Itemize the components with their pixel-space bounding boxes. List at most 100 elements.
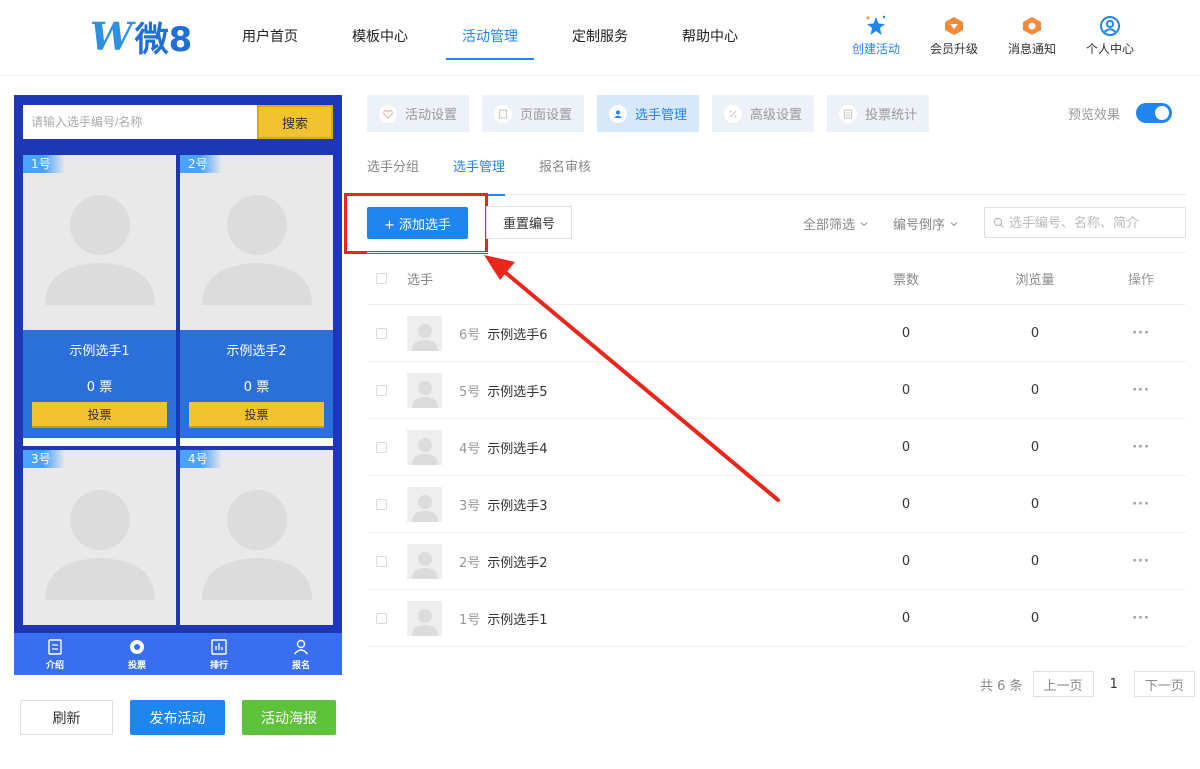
preview-player-card[interactable]: 4号: [180, 450, 333, 625]
player-name: 示例选手1: [487, 612, 548, 628]
more-options-icon[interactable]: ···: [1132, 440, 1150, 455]
vote-button[interactable]: 投票: [32, 402, 167, 428]
table-row[interactable]: 6号 示例选手6 0 0 ···: [367, 305, 1186, 362]
votes-cell: 0: [901, 382, 911, 398]
more-options-icon[interactable]: ···: [1132, 497, 1150, 512]
avatar: [407, 315, 442, 351]
preview-player-card[interactable]: 2号 示例选手2 0 票 投票: [180, 155, 333, 446]
preview-search-button[interactable]: 搜索: [257, 105, 333, 139]
avatar: [407, 486, 442, 522]
player-number: 5号: [459, 384, 481, 400]
next-page-button[interactable]: 下一页: [1133, 671, 1195, 697]
nav-user-home[interactable]: 用户首页: [220, 0, 320, 76]
player-number: 3号: [459, 498, 481, 514]
logo-w-mark: W: [90, 13, 133, 59]
ops-cell: ···: [1096, 611, 1186, 626]
table-row[interactable]: 5号 示例选手5 0 0 ···: [367, 362, 1186, 419]
preview-tab-label: 介绍: [45, 661, 64, 671]
header-tools: 创建活动 会员升级 消息通知 个人中心: [846, 14, 1140, 57]
notifications-label: 消息通知: [1007, 42, 1056, 56]
nav-help-center[interactable]: 帮助中心: [660, 0, 760, 76]
ops-cell: ···: [1096, 440, 1186, 455]
more-options-icon[interactable]: ···: [1132, 326, 1150, 341]
reset-numbering-button[interactable]: 重置编号: [486, 206, 572, 239]
preview-tab-ranking[interactable]: 排行: [178, 633, 260, 675]
row-checkbox[interactable]: [376, 555, 387, 567]
step-advanced-settings[interactable]: 高级设置: [712, 95, 815, 132]
current-page[interactable]: 1: [1104, 677, 1124, 692]
member-upgrade-button[interactable]: 会员升级: [924, 14, 984, 57]
player-search-box: [984, 207, 1186, 238]
search-icon: [993, 217, 1004, 228]
preview-tab-signup[interactable]: 报名: [260, 633, 342, 675]
row-checkbox[interactable]: [376, 327, 387, 339]
table-row[interactable]: 4号 示例选手4 0 0 ···: [367, 419, 1186, 476]
row-checkbox[interactable]: [376, 498, 387, 510]
table-row[interactable]: 1号 示例选手1 0 0 ···: [367, 590, 1186, 647]
select-all-checkbox[interactable]: [376, 273, 387, 284]
activity-poster-button[interactable]: 活动海报: [242, 700, 336, 735]
notifications-button[interactable]: 消息通知: [1002, 14, 1062, 57]
preview-search-input[interactable]: [23, 105, 257, 139]
row-checkbox[interactable]: [376, 384, 387, 396]
preview-switch[interactable]: [1136, 103, 1173, 123]
tab-signup-review[interactable]: 报名审核: [539, 150, 591, 195]
players-table: 选手 票数 浏览量 操作 6号 示例选手6 0 0 ··· 5号 示例选手5 0…: [367, 252, 1186, 647]
player-votes: 0 票: [243, 380, 270, 395]
preview-tab-vote[interactable]: 投票: [96, 633, 178, 675]
preview-tab-intro[interactable]: 介绍: [14, 633, 96, 675]
header-ops: 操作: [1127, 273, 1154, 288]
table-header: 选手 票数 浏览量 操作: [367, 252, 1186, 305]
views-cell: 0: [1030, 382, 1040, 398]
document-icon: [48, 637, 62, 657]
refresh-button[interactable]: 刷新: [20, 700, 113, 735]
views-cell: 0: [1030, 325, 1040, 341]
person-icon: [293, 637, 309, 657]
vote-circle-icon: [129, 637, 145, 657]
nav-activity-management[interactable]: 活动管理: [440, 0, 540, 76]
player-cell: 6号 示例选手6: [367, 315, 838, 351]
player-name: 示例选手2: [226, 344, 287, 359]
tab-player-groups[interactable]: 选手分组: [367, 150, 419, 195]
views-cell: 0: [1030, 439, 1040, 455]
votes-cell: 0: [901, 496, 911, 512]
ops-cell: ···: [1096, 554, 1186, 569]
step-activity-settings[interactable]: 活动设置: [367, 95, 470, 132]
sort-order-dropdown[interactable]: 编号倒序: [893, 214, 959, 233]
personal-center-button[interactable]: 个人中心: [1080, 14, 1140, 57]
preview-player-card[interactable]: 1号 示例选手1 0 票 投票: [23, 155, 176, 446]
vote-button[interactable]: 投票: [189, 402, 324, 428]
row-checkbox[interactable]: [376, 441, 387, 453]
step-vote-statistics[interactable]: 投票统计: [827, 95, 930, 132]
filter-all-dropdown[interactable]: 全部筛选: [803, 214, 869, 233]
prev-page-button[interactable]: 上一页: [1032, 671, 1094, 697]
logo[interactable]: W 微8: [90, 13, 193, 60]
more-options-icon[interactable]: ···: [1132, 383, 1150, 398]
add-player-button[interactable]: + 添加选手: [367, 207, 468, 239]
nav-template-center[interactable]: 模板中心: [330, 0, 430, 76]
publish-activity-button[interactable]: 发布活动: [130, 700, 225, 735]
logo-text: 微8: [134, 19, 193, 60]
more-options-icon[interactable]: ···: [1132, 611, 1150, 626]
table-row[interactable]: 3号 示例选手3 0 0 ···: [367, 476, 1186, 533]
step-player-management[interactable]: 选手管理: [597, 95, 700, 132]
page-icon: [494, 104, 513, 123]
preview-tab-label: 投票: [127, 661, 146, 671]
pagination: 共 6 条 上一页 1 下一页: [980, 671, 1195, 697]
step-page-settings[interactable]: 页面设置: [482, 95, 585, 132]
player-search-input[interactable]: [1009, 215, 1179, 230]
player-name: 示例选手4: [487, 441, 548, 457]
nav-custom-service[interactable]: 定制服务: [550, 0, 650, 76]
player-name: 示例选手5: [487, 384, 548, 400]
preview-player-card[interactable]: 3号: [23, 450, 176, 625]
table-row[interactable]: 2号 示例选手2 0 0 ···: [367, 533, 1186, 590]
person-placeholder-icon: [202, 490, 312, 600]
ops-cell: ···: [1096, 497, 1186, 512]
sparkle-star-icon: [846, 14, 906, 38]
sub-tabs: 选手分组 选手管理 报名审核: [367, 150, 1186, 196]
create-activity-button[interactable]: 创建活动: [846, 14, 906, 57]
row-checkbox[interactable]: [376, 612, 387, 624]
more-options-icon[interactable]: ···: [1132, 554, 1150, 569]
header-player: 选手: [407, 273, 434, 288]
tab-player-management[interactable]: 选手管理: [453, 150, 506, 196]
